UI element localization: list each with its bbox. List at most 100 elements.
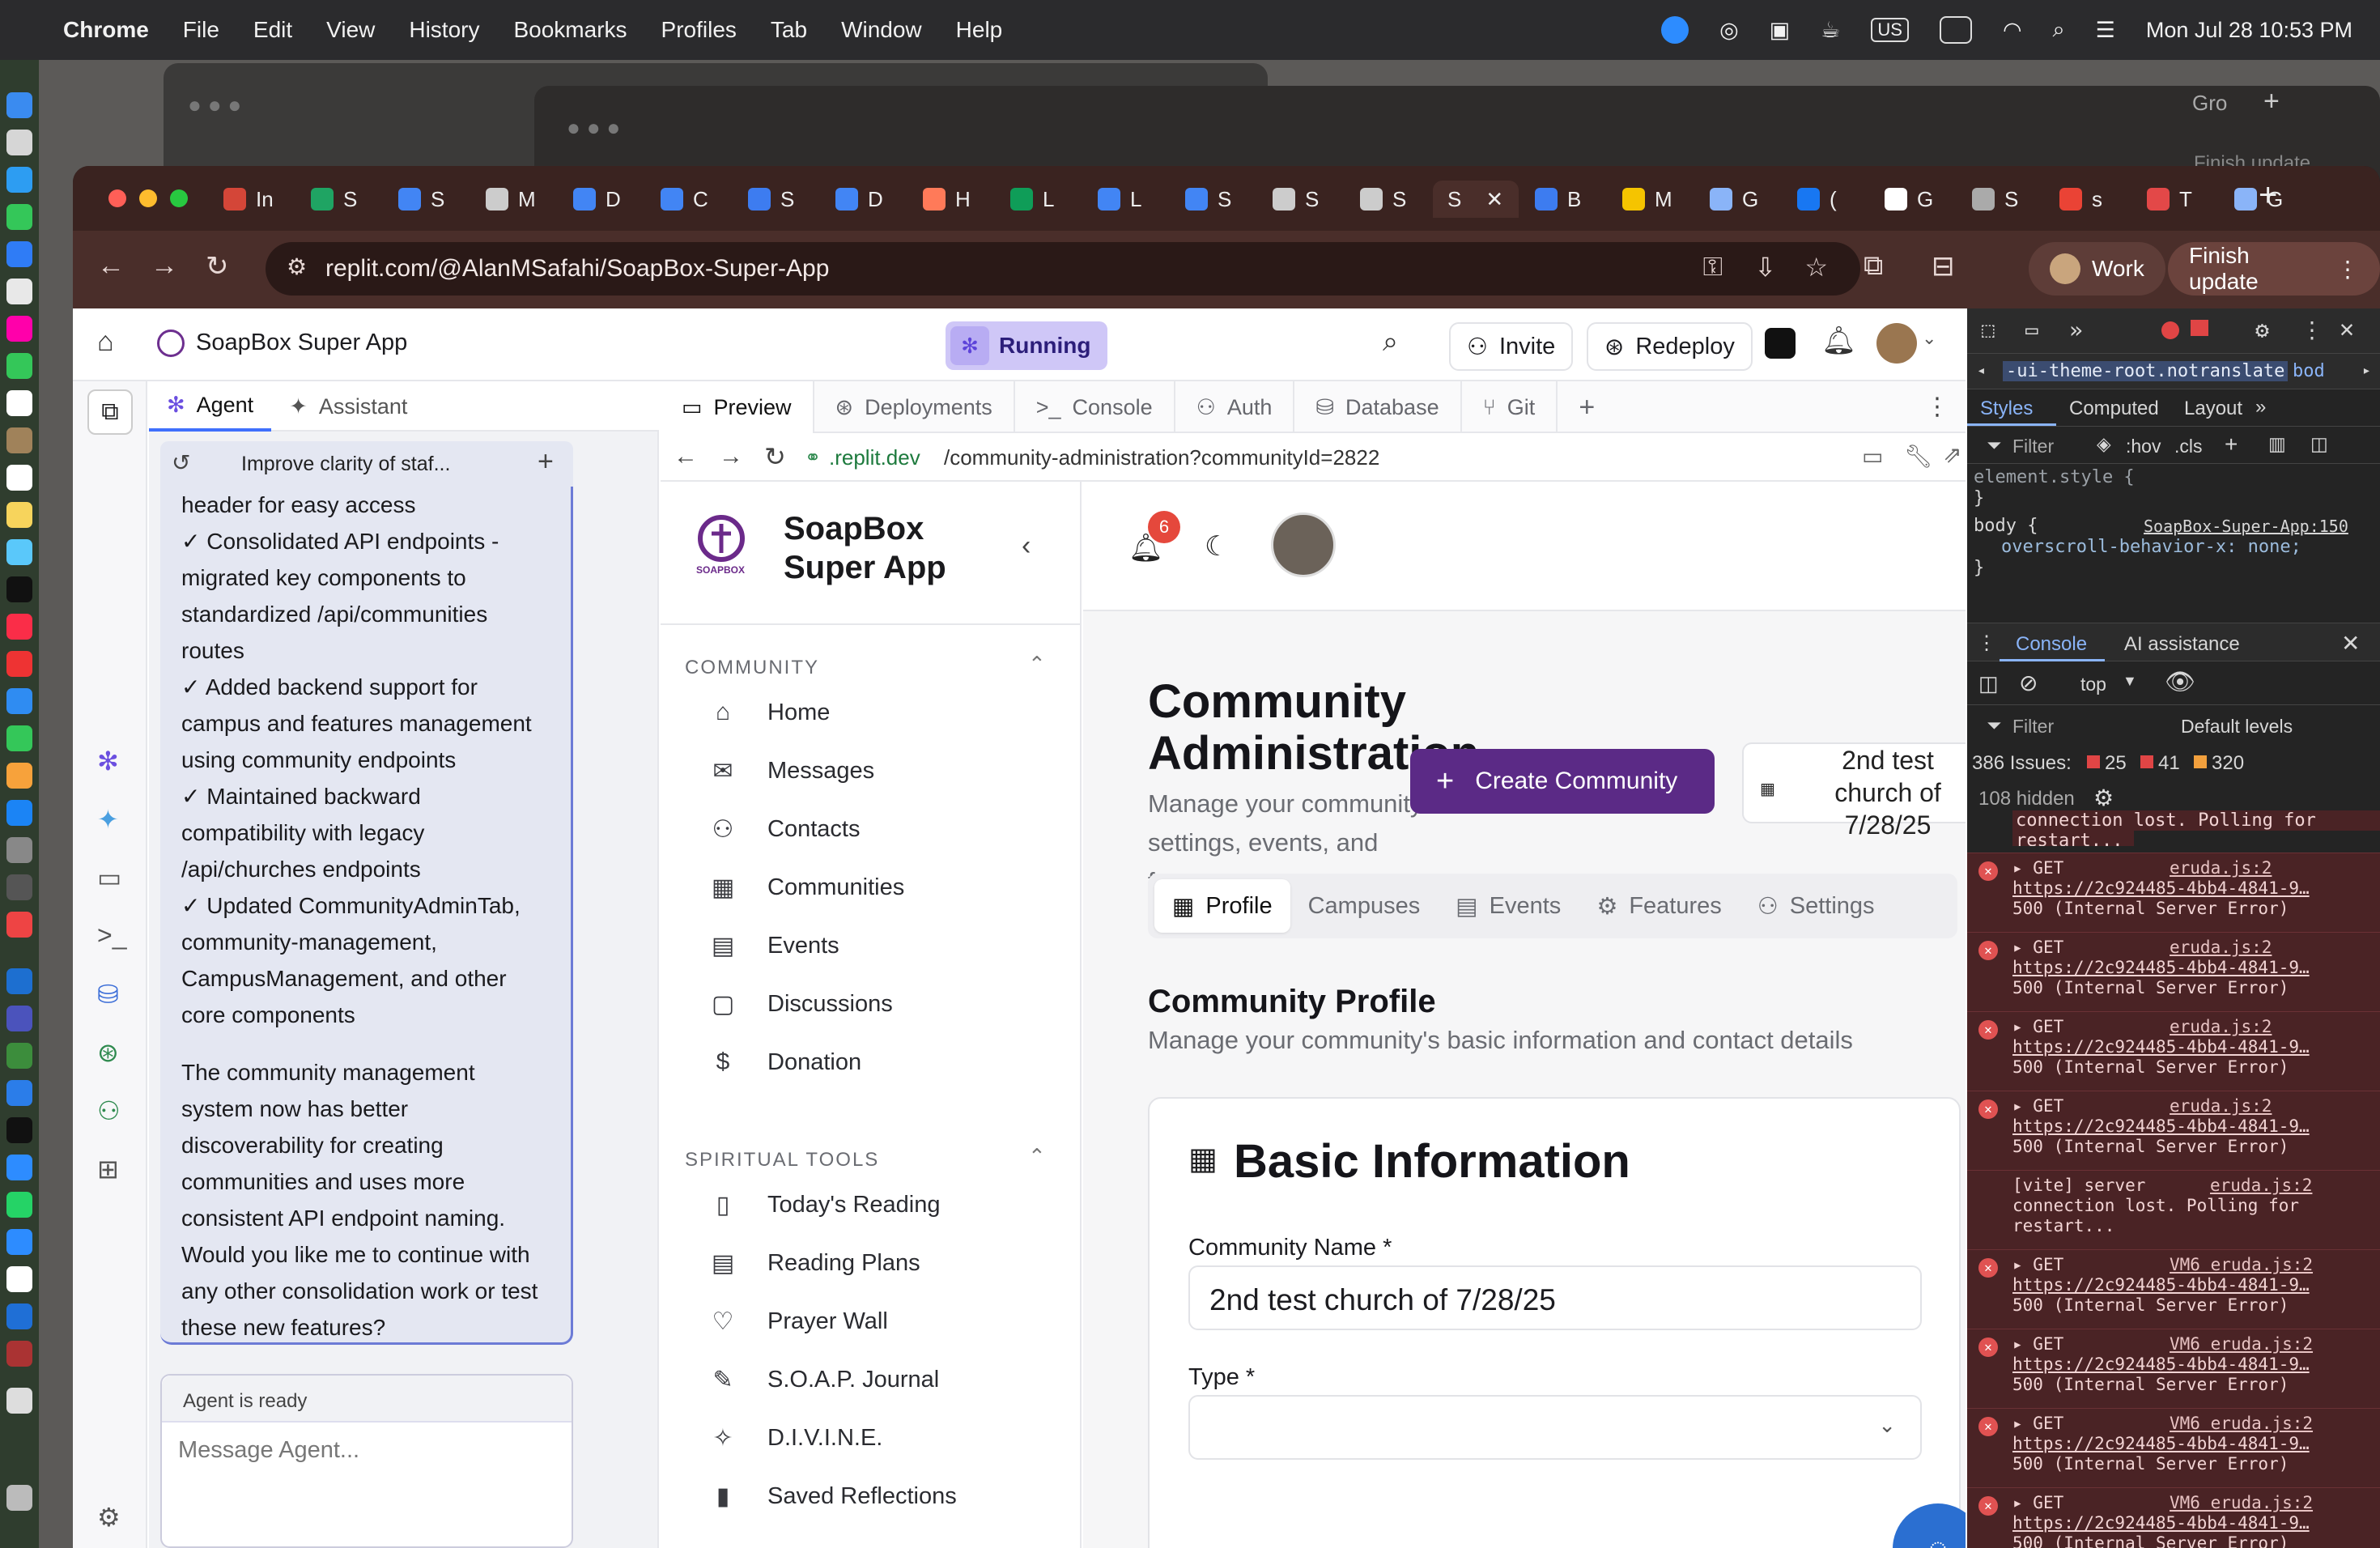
tab-features[interactable]: ⚙ Features — [1579, 879, 1739, 933]
word-dock-icon[interactable] — [6, 1080, 32, 1106]
sidebar-item-divine[interactable]: ✧ D.I.V.I.N.E. — [709, 1424, 882, 1452]
app-dock-icon[interactable] — [6, 912, 32, 938]
sidebar-item-soap-journal[interactable]: ✎ S.O.A.P. Journal — [709, 1366, 939, 1394]
request-url[interactable]: https://2c924485-4bb4-4841-9… — [2012, 1116, 2320, 1137]
back-window-tab[interactable]: Gro — [2192, 91, 2227, 116]
photos-dock-icon[interactable] — [6, 316, 32, 342]
tab-database[interactable]: ⛁ Database — [1294, 381, 1462, 433]
source-link[interactable]: VM6 eruda.js:2 — [2170, 1334, 2314, 1354]
all-tools-icon[interactable]: ⊞ — [97, 1154, 119, 1184]
layout-toggle-icon[interactable] — [1765, 328, 1796, 359]
more-tabs-icon[interactable]: » — [2069, 317, 2083, 343]
browser-tab[interactable]: s — [2045, 181, 2131, 218]
app3-dock-icon[interactable] — [6, 1303, 32, 1329]
preview-url-domain[interactable]: .replit.dev — [829, 445, 920, 470]
community-selector[interactable]: ▦ 2nd test church of 7/28/25 — [1742, 742, 1966, 840]
tab-preview[interactable]: ▭ Preview — [661, 381, 814, 433]
hov-toggle[interactable]: :hov — [2126, 436, 2161, 457]
body-rule-source[interactable]: SoapBox-Super-App:150 — [2144, 516, 2348, 537]
console-error-entry[interactable]: ✕ ▸ GET https://2c924485-4bb4-4841-9… 500 (… — [1967, 1487, 2380, 1548]
active-browser-tab[interactable]: S ✕ — [1433, 181, 1519, 218]
close-window-icon[interactable] — [108, 189, 126, 207]
console-settings-gear-icon[interactable]: ⚙ — [2093, 785, 2114, 811]
pages-dock-icon[interactable] — [6, 763, 32, 789]
request-url[interactable]: https://2c924485-4bb4-4841-9… — [2012, 878, 2320, 899]
outlook-dock-icon[interactable] — [6, 968, 32, 994]
news-dock-icon[interactable] — [6, 651, 32, 677]
address-bar[interactable]: ⚙ replit.com/@AlanMSafahi/SoapBox-Super-… — [266, 242, 1860, 296]
numbers-dock-icon[interactable] — [6, 725, 32, 751]
new-style-rule-icon[interactable]: + — [2225, 432, 2238, 457]
spiritual-tools-section-label[interactable]: SPIRITUAL TOOLS — [685, 1149, 879, 1172]
mail-dock-icon[interactable] — [6, 241, 32, 267]
zoom-dock-icon[interactable] — [6, 1155, 32, 1180]
run-status-button[interactable]: ✻ Running — [946, 321, 1107, 370]
issues-bar[interactable]: 386 Issues: 25 41 320 — [1967, 744, 2380, 781]
browser-tab[interactable]: G — [1695, 181, 1781, 218]
freeform-dock-icon[interactable] — [6, 539, 32, 565]
paint-icon[interactable]: ▥ — [2268, 433, 2286, 455]
whatsapp-dock-icon[interactable] — [6, 1192, 32, 1218]
tab-styles[interactable]: Styles — [1980, 398, 2033, 420]
request-url[interactable]: https://2c924485-4bb4-4841-9… — [2012, 1354, 2320, 1375]
dark-mode-moon-icon[interactable]: ☾ — [1205, 530, 1229, 563]
accessibility-tray-icon[interactable]: ☕ — [1821, 18, 1840, 43]
sidebar-item-discussions[interactable]: ▢ Discussions — [709, 990, 893, 1019]
browser-tab[interactable]: D — [821, 181, 907, 218]
control-center-icon[interactable]: ☰ — [2096, 18, 2115, 43]
agent-rail-icon[interactable]: ✻ — [97, 746, 119, 776]
music-dock-icon[interactable] — [6, 614, 32, 640]
context-selector[interactable]: top — [2080, 674, 2106, 695]
settings-rail-icon[interactable]: ⚙ — [97, 1502, 121, 1533]
live-expression-eye-icon[interactable]: 👁︎ — [2165, 668, 2195, 696]
sidebar-item-events[interactable]: ▤ Events — [709, 932, 839, 960]
more-style-tabs-icon[interactable]: » — [2255, 396, 2266, 419]
extensions-icon[interactable]: ⧉ — [1864, 250, 1883, 282]
messages-dock-icon[interactable] — [6, 204, 32, 230]
search-icon[interactable]: ⌕ — [1383, 326, 1398, 358]
preview-url-path[interactable]: /community-administration?communityId=28… — [944, 445, 1379, 470]
app2-dock-icon[interactable] — [6, 1043, 32, 1069]
spotlight-search-icon[interactable]: ⌕ — [2053, 17, 2065, 43]
clear-console-icon[interactable]: ⊘ — [2019, 670, 2038, 696]
devices-icon[interactable]: ▭ — [1862, 443, 1883, 470]
bell-icon[interactable]: 🔔︎ — [1821, 325, 1856, 357]
input-source-indicator[interactable]: US — [1871, 18, 1909, 42]
battery-icon[interactable] — [1939, 16, 1972, 44]
console-error-entry[interactable]: ✕ ▸ GET https://2c924485-4bb4-4841-9… 500 (… — [1967, 1091, 2380, 1170]
browser-tab[interactable]: In — [209, 181, 295, 218]
new-chat-icon[interactable]: + — [538, 446, 554, 478]
console-error-entry[interactable]: ✕ ▸ GET https://2c924485-4bb4-4841-9… 500 (… — [1967, 853, 2380, 932]
console-sidebar-icon[interactable]: ◫ — [1978, 671, 1999, 696]
preview-rail-icon[interactable]: ▭ — [97, 862, 121, 893]
tab-git[interactable]: ⑂ Git — [1462, 381, 1558, 433]
community-name-input[interactable]: 2nd test church of 7/28/25 — [1188, 1265, 1922, 1330]
menu-tab[interactable]: Tab — [771, 17, 807, 43]
app-store-dock-icon[interactable] — [6, 800, 32, 826]
bookmark-star-icon[interactable]: ☆ — [1804, 252, 1828, 283]
teams-dock-icon[interactable] — [6, 1006, 32, 1031]
sidebar-item-home[interactable]: ⌂ Home — [709, 699, 830, 726]
notes-dock-icon[interactable] — [6, 502, 32, 528]
menu-view[interactable]: View — [326, 17, 375, 43]
request-url[interactable]: https://2c924485-4bb4-4841-9… — [2012, 1513, 2320, 1533]
user-avatar[interactable] — [1876, 323, 1917, 364]
chat-thread-title[interactable]: Improve clarity of staf... — [241, 453, 450, 476]
tv-dock-icon[interactable] — [6, 576, 32, 602]
community-section-label[interactable]: COMMUNITY — [685, 657, 819, 679]
console-error-entry[interactable]: ✕ ▸ GET https://2c924485-4bb4-4841-9… 500 (… — [1967, 932, 2380, 1011]
back-icon[interactable]: ← — [97, 250, 125, 282]
open-new-tab-icon[interactable]: ⇗ — [1943, 441, 1961, 468]
settings-gear-icon[interactable]: ⚙ — [2255, 317, 2269, 343]
database-rail-icon[interactable]: ⛁ — [97, 979, 119, 1010]
console-error-entry[interactable]: ✕ ▸ GET https://2c924485-4bb4-4841-9… 500 (… — [1967, 1249, 2380, 1329]
sidebar-item-contacts[interactable]: ⚇ Contacts — [709, 815, 861, 844]
close-drawer-icon[interactable]: ✕ — [2341, 630, 2360, 657]
sidebar-item-todays-reading[interactable]: ▯ Today's Reading — [709, 1191, 941, 1219]
source-link[interactable]: eruda.js:2 — [2210, 1176, 2313, 1195]
sidebar-item-messages[interactable]: ✉ Messages — [709, 757, 874, 785]
safari-dock-icon[interactable] — [6, 167, 32, 193]
wifi-icon[interactable]: ◠ — [2003, 18, 2022, 43]
request-url[interactable]: https://2c924485-4bb4-4841-9… — [2012, 1275, 2320, 1295]
preview-forward-icon[interactable]: → — [719, 443, 743, 470]
